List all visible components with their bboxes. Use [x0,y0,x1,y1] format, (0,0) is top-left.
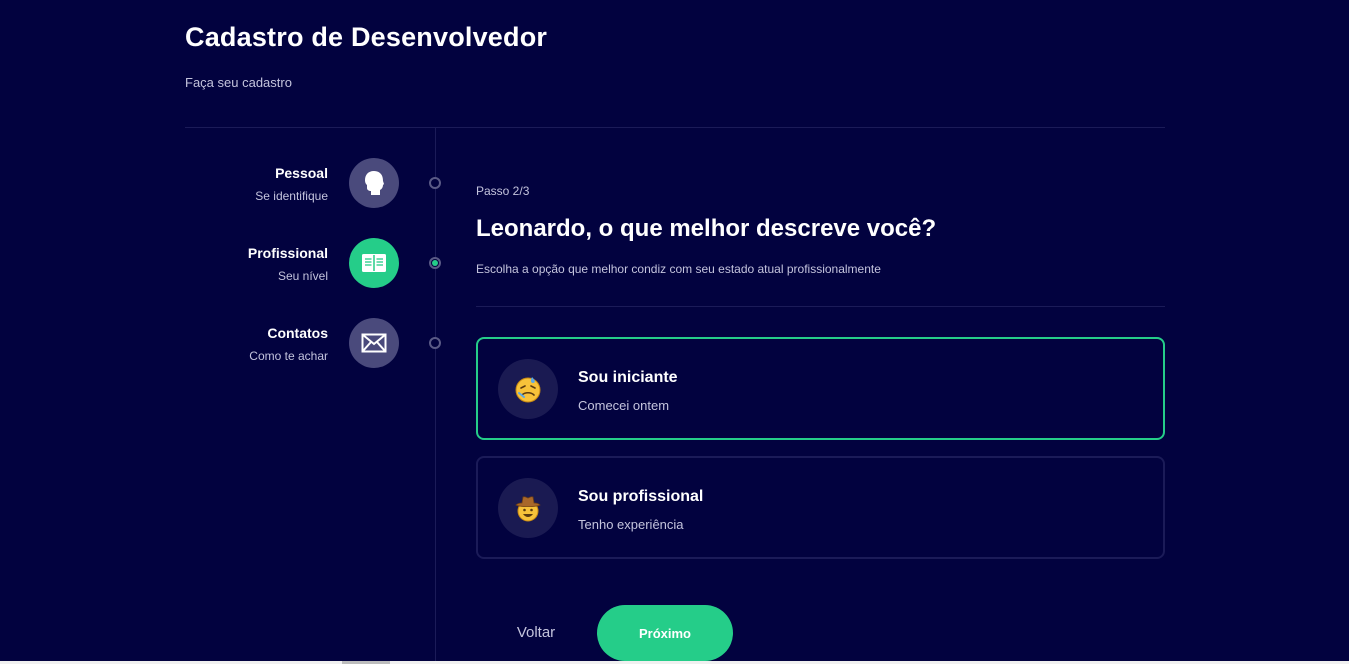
option-iniciante[interactable]: Sou iniciante Comecei ontem [476,337,1165,440]
step-desc: Como te achar [249,349,328,363]
option-desc: Tenho experiência [578,517,684,532]
question-title: Leonardo, o que melhor descreve você? [476,215,937,242]
step-profissional[interactable]: Profissional Seu nível [185,238,399,288]
option-desc: Comecei ontem [578,398,670,413]
step-pessoal[interactable]: Pessoal Se identifique [185,158,399,208]
option-title: Sou iniciante [578,369,678,386]
cowboy-face-emoji-icon [515,496,541,522]
step-name: Pessoal [275,165,328,181]
step-desc: Seu nível [277,269,328,283]
option-title: Sou profissional [578,488,704,505]
back-button[interactable]: Voltar [476,605,596,660]
step-circle [349,318,399,368]
step-counter: Passo 2/3 [476,184,530,198]
option-emoji-container [498,478,558,538]
header-divider [185,127,1165,128]
option-emoji-container [498,359,558,419]
page-header: Cadastro de Desenvolvedor Faça seu cadas… [185,22,547,90]
step-desc: Se identifique [255,189,328,203]
mail-icon [361,333,387,353]
step-name: Profissional [247,245,328,261]
step-dot-contatos [429,337,441,349]
step-circle [349,158,399,208]
face-with-sweat-emoji-icon [515,377,541,403]
page-subtitle: Faça seu cadastro [185,75,292,90]
step-name: Contatos [267,325,328,341]
next-button[interactable]: Próximo [597,605,733,661]
option-profissional[interactable]: Sou profissional Tenho experiência [476,456,1165,559]
book-icon [362,254,386,272]
user-icon [365,171,384,195]
question-hint: Escolha a opção que melhor condiz com se… [476,262,881,276]
stepper-line [435,128,436,664]
step-contatos[interactable]: Contatos Como te achar [185,318,399,368]
page-title: Cadastro de Desenvolvedor [185,22,548,52]
content-divider [476,306,1165,307]
step-dot-pessoal [429,177,441,189]
step-dot-profissional [429,257,441,269]
step-circle [349,238,399,288]
